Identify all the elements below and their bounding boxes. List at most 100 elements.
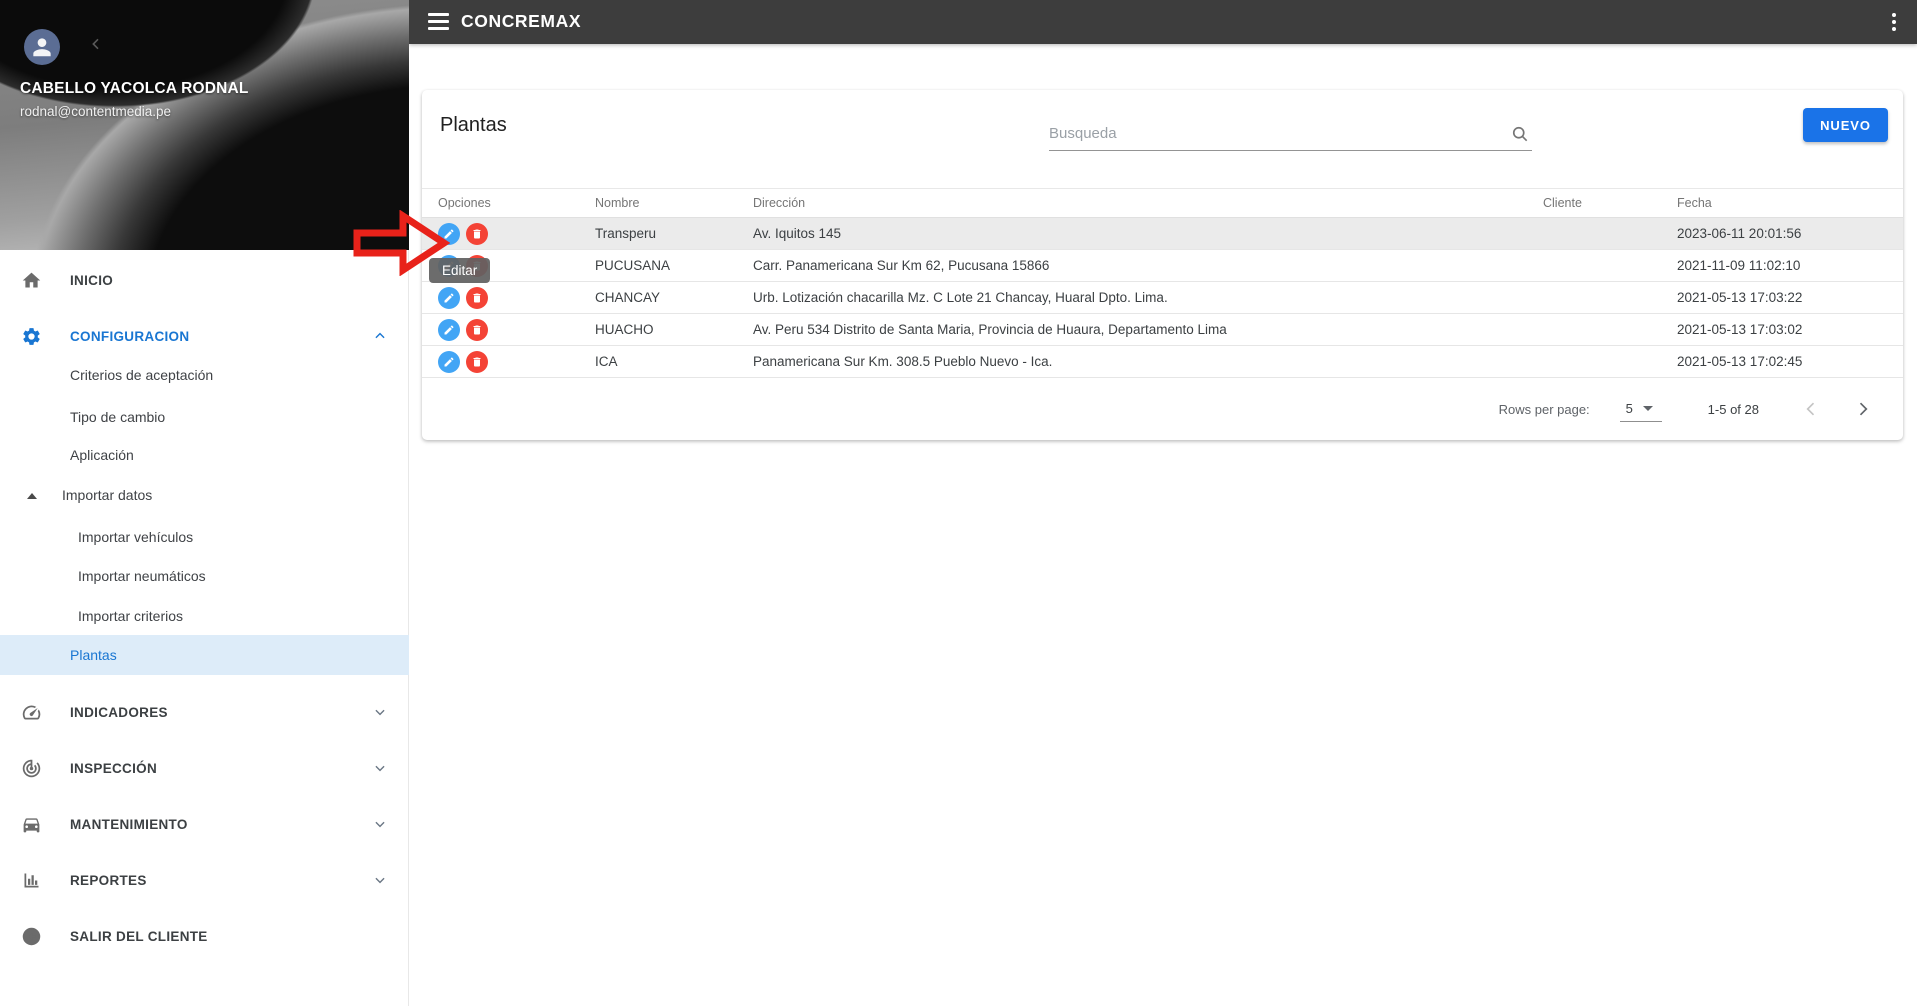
pencil-icon xyxy=(444,324,454,334)
search-input[interactable] xyxy=(1049,118,1494,148)
previous-page-button[interactable] xyxy=(1799,397,1823,421)
rows-per-page-label: Rows per page: xyxy=(1498,401,1590,417)
rows-per-page-select[interactable]: 5 xyxy=(1619,396,1662,422)
sidebar-item-label: INDICADORES xyxy=(70,704,168,720)
column-header-cliente: Cliente xyxy=(1543,196,1582,210)
edit-button[interactable] xyxy=(438,318,460,341)
nuevo-button[interactable]: NUEVO xyxy=(1803,108,1888,142)
caret-up-icon xyxy=(26,489,38,501)
sidebar-item-label: CONFIGURACION xyxy=(70,328,190,344)
avatar xyxy=(24,29,60,65)
chevron-right-icon xyxy=(1859,402,1868,416)
sidebar-item-importar-datos[interactable]: Importar datos xyxy=(0,475,409,515)
cell-direccion: Carr. Panamericana Sur Km 62, Pucusana 1… xyxy=(753,258,1050,273)
delete-button[interactable] xyxy=(465,286,488,309)
cell-nombre: PUCUSANA xyxy=(595,258,671,273)
sidebar-item-label: MANTENIMIENTO xyxy=(70,816,188,832)
column-header-nombre: Nombre xyxy=(595,196,640,210)
table-header-row: Opciones Nombre Dirección Cliente Fecha xyxy=(422,188,1903,218)
sidebar-item-aplicacion[interactable]: Aplicación xyxy=(0,435,409,475)
sidebar-item-salir-del-cliente[interactable]: SALIR DEL CLIENTE xyxy=(0,916,409,956)
sidebar-item-reportes[interactable]: REPORTES xyxy=(0,860,409,900)
annotation-arrow-icon xyxy=(353,210,450,276)
sidebar-item-plantas[interactable]: Plantas xyxy=(0,635,409,675)
sidebar-item-label: Importar criterios xyxy=(78,608,184,624)
search-field xyxy=(1049,118,1532,151)
cell-fecha: 2023-06-11 20:01:56 xyxy=(1677,226,1802,241)
sidebar-item-indicadores[interactable]: INDICADORES xyxy=(0,692,409,732)
sidebar-item-label: SALIR DEL CLIENTE xyxy=(70,928,208,944)
chevron-left-icon xyxy=(1806,402,1815,416)
edit-button[interactable] xyxy=(438,350,460,373)
bar-chart-icon xyxy=(20,869,42,891)
trash-icon xyxy=(473,357,481,366)
sidebar-item-label: Importar vehículos xyxy=(78,529,194,545)
plantas-card: Plantas NUEVO Opciones Nombre Dirección … xyxy=(422,90,1903,440)
delete-button[interactable] xyxy=(465,222,488,245)
sidebar: CABELLO YACOLCA RODNAL rodnal@contentmed… xyxy=(0,0,409,1006)
chevron-down-icon xyxy=(373,705,387,719)
car-icon xyxy=(20,813,42,835)
profile-photo: CABELLO YACOLCA RODNAL rodnal@contentmed… xyxy=(0,0,409,250)
cell-fecha: 2021-05-13 17:02:45 xyxy=(1677,354,1803,369)
sidebar-item-label: REPORTES xyxy=(70,872,147,888)
pencil-icon xyxy=(444,356,454,366)
cell-nombre: HUACHO xyxy=(595,322,654,337)
cell-direccion: Av. Iquitos 145 xyxy=(753,226,842,241)
cell-fecha: 2021-05-13 17:03:02 xyxy=(1677,322,1803,337)
more-options-icon[interactable] xyxy=(1886,10,1902,34)
sidebar-item-configuracion[interactable]: CONFIGURACION xyxy=(0,316,409,356)
column-header-opciones: Opciones xyxy=(438,196,491,210)
sidebar-item-label: Criterios de aceptación xyxy=(70,367,214,383)
table-row: PUCUSANA Carr. Panamericana Sur Km 62, P… xyxy=(422,250,1903,282)
sidebar-item-label: Tipo de cambio xyxy=(70,409,166,425)
track-changes-icon xyxy=(20,757,42,779)
trash-icon xyxy=(473,229,481,238)
sidebar-item-label: INICIO xyxy=(70,272,114,288)
sidebar-item-importar-criterios[interactable]: Importar criterios xyxy=(0,596,409,636)
app-title: CONCREMAX xyxy=(461,11,582,31)
sidebar-item-label: Aplicación xyxy=(70,447,134,463)
sidebar-item-inicio[interactable]: INICIO xyxy=(0,260,409,300)
pencil-icon xyxy=(444,292,454,302)
home-icon xyxy=(20,269,42,291)
delete-button[interactable] xyxy=(465,350,488,373)
cell-nombre: Transperu xyxy=(595,226,657,241)
sidebar-nav: INICIO CONFIGURACION Criterios de acepta… xyxy=(0,250,409,1006)
sidebar-item-criterios-aceptacion[interactable]: Criterios de aceptación xyxy=(0,355,409,395)
speedometer-icon xyxy=(20,701,42,723)
cell-nombre: ICA xyxy=(595,354,618,369)
sidebar-item-inspeccion[interactable]: INSPECCIÓN xyxy=(0,748,409,788)
collapse-sidebar-icon[interactable] xyxy=(88,36,104,52)
cell-nombre: CHANCAY xyxy=(595,290,661,305)
column-header-fecha: Fecha xyxy=(1677,196,1712,210)
pagination-range: 1-5 of 28 xyxy=(1707,401,1759,417)
edit-button[interactable] xyxy=(438,286,460,309)
user-name: CABELLO YACOLCA RODNAL xyxy=(20,80,249,97)
sidebar-item-mantenimiento[interactable]: MANTENIMIENTO xyxy=(0,804,409,844)
next-page-button[interactable] xyxy=(1851,397,1875,421)
page-title: Plantas xyxy=(440,114,507,136)
table-row: ICA Panamericana Sur Km. 308.5 Pueblo Nu… xyxy=(422,346,1903,378)
sidebar-item-importar-vehiculos[interactable]: Importar vehículos xyxy=(0,517,409,557)
chevron-up-icon xyxy=(373,329,387,343)
gear-icon xyxy=(20,325,42,347)
delete-button[interactable] xyxy=(465,318,488,341)
sidebar-item-label: Importar datos xyxy=(62,487,153,503)
topbar: CONCREMAX xyxy=(409,0,1917,44)
sidebar-item-tipo-cambio[interactable]: Tipo de cambio xyxy=(0,397,409,437)
menu-hamburger-icon[interactable] xyxy=(428,13,449,30)
trash-icon xyxy=(473,325,481,334)
chevron-down-icon xyxy=(373,761,387,775)
user-email: rodnal@contentmedia.pe xyxy=(20,104,172,119)
sidebar-item-importar-neumaticos[interactable]: Importar neumáticos xyxy=(0,556,409,596)
table-row: CHANCAY Urb. Lotización chacarilla Mz. C… xyxy=(422,282,1903,314)
search-icon[interactable] xyxy=(1510,124,1530,144)
column-header-direccion: Dirección xyxy=(753,196,806,210)
exit-arrow-left-icon xyxy=(20,925,42,947)
sidebar-item-label: Plantas xyxy=(70,647,117,663)
sidebar-item-label: Importar neumáticos xyxy=(78,568,206,584)
cell-direccion: Urb. Lotización chacarilla Mz. C Lote 21… xyxy=(753,290,1168,305)
plantas-table: Opciones Nombre Dirección Cliente Fecha … xyxy=(422,188,1903,378)
pagination: Rows per page: 5 1-5 of 28 xyxy=(422,378,1903,440)
